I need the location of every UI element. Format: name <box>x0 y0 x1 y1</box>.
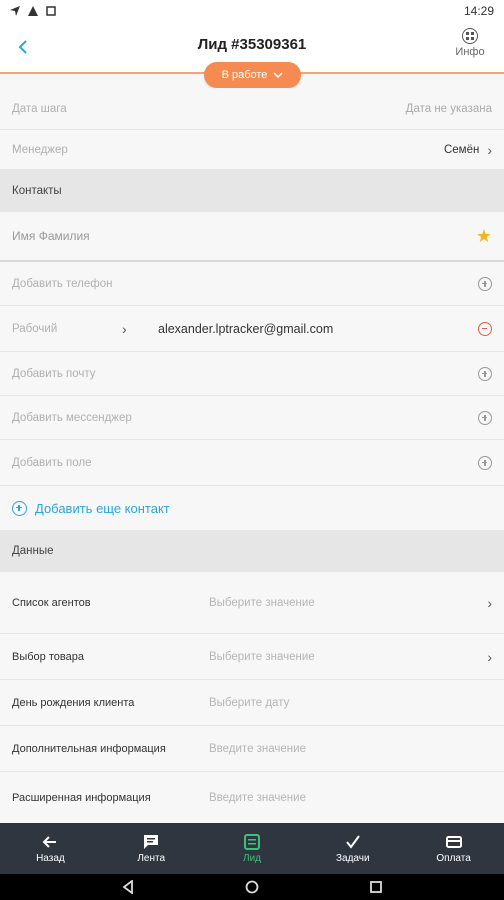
add-phone-label: Добавить телефон <box>12 277 113 290</box>
info-icon <box>462 28 478 44</box>
manager-label: Менеджер <box>12 143 68 156</box>
nav-label: Лид <box>243 852 261 864</box>
additional-info-row[interactable]: Дополнительная информация Введите значен… <box>0 726 504 772</box>
check-icon <box>346 834 360 849</box>
nav-label: Задачи <box>336 852 370 864</box>
field-label: Список агентов <box>12 596 91 609</box>
manager-value: Семён <box>443 143 480 156</box>
field-value[interactable]: Введите значение <box>209 792 306 804</box>
send-icon <box>10 6 20 16</box>
field-label: Выбор товара <box>12 650 84 663</box>
add-messenger-row[interactable]: Добавить мессенджер <box>0 396 504 440</box>
chevron-right-icon: › <box>487 594 492 611</box>
agents-list-row[interactable]: Список агентов Выберите значение › <box>0 572 504 634</box>
nav-tasks[interactable]: Задачи <box>302 823 403 874</box>
contact-name-row[interactable]: Имя Фамилия ★ <box>0 212 504 262</box>
star-icon[interactable]: ★ <box>476 227 492 245</box>
triangle-back-icon <box>122 880 133 894</box>
add-messenger-label: Добавить мессенджер <box>12 411 132 424</box>
list-icon <box>243 833 260 850</box>
field-value[interactable]: Введите значение <box>209 743 306 755</box>
add-email-label: Добавить почту <box>12 367 96 380</box>
add-field-row[interactable]: Добавить поле <box>0 440 504 486</box>
field-label: День рождения клиента <box>12 696 135 709</box>
chevron-right-icon[interactable]: › <box>122 321 158 337</box>
nav-payment[interactable]: Оплата <box>403 823 504 874</box>
chevron-down-icon <box>273 72 283 79</box>
system-back-button[interactable] <box>121 880 135 894</box>
bottom-nav: Назад Лента Лид Задачи Оплата <box>0 823 504 874</box>
birthday-row[interactable]: День рождения клиента Выберите дату <box>0 680 504 726</box>
info-button[interactable]: Инфо <box>450 28 490 68</box>
status-label: В работе <box>221 69 268 81</box>
remove-circle-icon[interactable] <box>478 321 492 336</box>
add-circle-icon[interactable] <box>478 410 492 425</box>
circle-home-icon <box>245 880 259 894</box>
extended-info-row[interactable]: Расширенная информация Введите значение <box>0 772 504 823</box>
chevron-right-icon: › <box>487 648 492 665</box>
field-value[interactable]: Выберите значение <box>209 651 315 663</box>
step-date-value: Дата не указана <box>405 102 492 115</box>
add-phone-row[interactable]: Добавить телефон <box>0 262 504 306</box>
system-recents-button[interactable] <box>369 880 383 894</box>
page-title: Лид #35309361 <box>197 36 307 53</box>
nav-lead[interactable]: Лид <box>202 823 303 874</box>
product-select-row[interactable]: Выбор товара Выберите значение › <box>0 634 504 680</box>
work-type-label: Рабочий <box>12 322 58 335</box>
card-icon <box>445 835 462 848</box>
contact-name-field[interactable]: Имя Фамилия <box>12 229 90 243</box>
field-label: Расширенная информация <box>12 791 151 804</box>
add-circle-icon[interactable] <box>478 455 492 470</box>
nav-back[interactable]: Назад <box>0 823 101 874</box>
data-section-header: Данные <box>0 530 504 572</box>
clock: 14:29 <box>463 4 494 18</box>
add-circle-icon[interactable] <box>478 366 492 381</box>
field-label: Дополнительная информация <box>12 742 166 755</box>
status-dropdown[interactable]: В работе <box>204 62 301 88</box>
add-contact-label: Добавить еще контакт <box>35 500 170 516</box>
nav-label: Лента <box>137 852 166 864</box>
system-home-button[interactable] <box>245 880 259 894</box>
add-email-row[interactable]: Добавить почту <box>0 352 504 396</box>
field-value[interactable]: Выберите дату <box>209 697 289 709</box>
nav-label: Назад <box>36 852 65 864</box>
chevron-right-icon: › <box>487 141 492 158</box>
chat-icon <box>144 834 159 849</box>
add-field-label: Добавить поле <box>12 456 92 469</box>
status-bar: 14:29 <box>0 0 504 22</box>
warning-icon <box>28 6 38 16</box>
arrow-left-icon <box>42 835 57 848</box>
add-contact-link[interactable]: Добавить еще контакт <box>0 486 504 530</box>
step-date-label: Дата шага <box>12 102 67 115</box>
info-label: Инфо <box>455 46 485 58</box>
square-icon <box>46 6 56 16</box>
work-email-value[interactable]: alexander.lptracker@gmail.com <box>158 322 333 336</box>
field-value[interactable]: Выберите значение <box>209 597 315 609</box>
nav-feed[interactable]: Лента <box>101 823 202 874</box>
work-email-row[interactable]: Рабочий › alexander.lptracker@gmail.com <box>0 306 504 352</box>
contacts-section-header: Контакты <box>0 170 504 212</box>
nav-label: Оплата <box>436 852 471 864</box>
square-recents-icon <box>370 881 382 893</box>
add-circle-icon <box>12 500 27 516</box>
add-circle-icon[interactable] <box>478 276 492 291</box>
manager-row[interactable]: Менеджер Семён › <box>0 130 504 170</box>
system-nav-bar <box>0 874 504 900</box>
step-date-row[interactable]: Дата шага Дата не указана <box>0 88 504 130</box>
